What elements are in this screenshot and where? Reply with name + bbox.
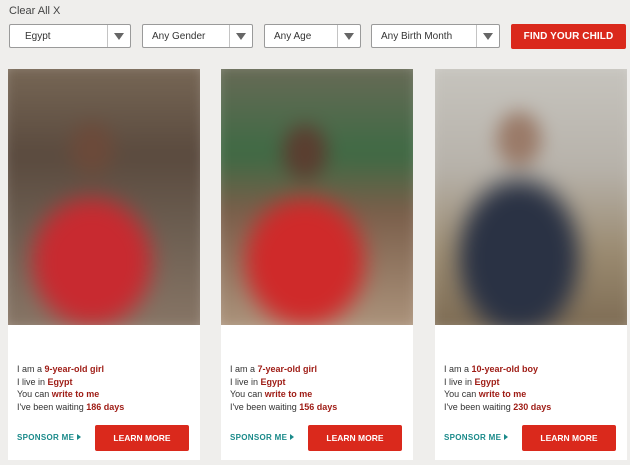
birth-month-select[interactable]: Any Birth Month xyxy=(371,24,500,48)
sponsor-me-link[interactable]: SPONSOR ME xyxy=(17,433,82,442)
child-info: I am a 9-year-old girl I live in Egypt Y… xyxy=(17,364,125,412)
country: Egypt xyxy=(474,376,500,387)
child-card: I am a 10-year-old boy I live in Egypt Y… xyxy=(435,69,627,460)
child-info: I am a 7-year-old girl I live in Egypt Y… xyxy=(230,364,338,412)
country-select-value: Egypt xyxy=(25,31,51,42)
chevron-down-icon xyxy=(337,25,360,47)
child-info: I am a 10-year-old boy I live in Egypt Y… xyxy=(444,364,552,412)
write-to-me-link[interactable]: write to me xyxy=(479,389,527,399)
chevron-down-icon xyxy=(476,25,499,47)
find-your-child-button[interactable]: FIND YOUR CHILD xyxy=(511,24,626,49)
birth-month-select-value: Any Birth Month xyxy=(381,31,453,42)
clear-all-link[interactable]: Clear All X xyxy=(9,5,60,17)
learn-more-button[interactable]: LEARN MORE xyxy=(95,425,189,451)
caret-right-icon xyxy=(504,434,509,440)
age-gender: 10-year-old boy xyxy=(471,364,539,374)
write-to-me-link[interactable]: write to me xyxy=(265,389,313,399)
country: Egypt xyxy=(47,376,73,387)
caret-right-icon xyxy=(77,434,82,440)
sponsor-me-link[interactable]: SPONSOR ME xyxy=(230,433,295,442)
learn-more-button[interactable]: LEARN MORE xyxy=(308,425,402,451)
age-select[interactable]: Any Age xyxy=(264,24,361,48)
country-select[interactable]: Egypt xyxy=(9,24,131,48)
learn-more-button[interactable]: LEARN MORE xyxy=(522,425,616,451)
chevron-down-icon xyxy=(229,25,252,47)
age-gender: 9-year-old girl xyxy=(44,364,105,374)
chevron-down-icon xyxy=(107,25,130,47)
child-card: I am a 7-year-old girl I live in Egypt Y… xyxy=(221,69,413,460)
waiting-days: 230 days xyxy=(513,401,552,412)
gender-select[interactable]: Any Gender xyxy=(142,24,253,48)
country: Egypt xyxy=(260,376,286,387)
waiting-days: 186 days xyxy=(86,401,125,412)
caret-right-icon xyxy=(290,434,295,440)
age-select-value: Any Age xyxy=(274,31,312,42)
waiting-days: 156 days xyxy=(299,401,338,412)
child-photo[interactable] xyxy=(221,69,413,325)
age-gender: 7-year-old girl xyxy=(257,364,318,374)
gender-select-value: Any Gender xyxy=(152,31,206,42)
sponsor-me-link[interactable]: SPONSOR ME xyxy=(444,433,509,442)
child-card: I am a 9-year-old girl I live in Egypt Y… xyxy=(8,69,200,460)
write-to-me-link[interactable]: write to me xyxy=(52,389,100,399)
child-photo[interactable] xyxy=(435,69,627,325)
child-photo[interactable] xyxy=(8,69,200,325)
